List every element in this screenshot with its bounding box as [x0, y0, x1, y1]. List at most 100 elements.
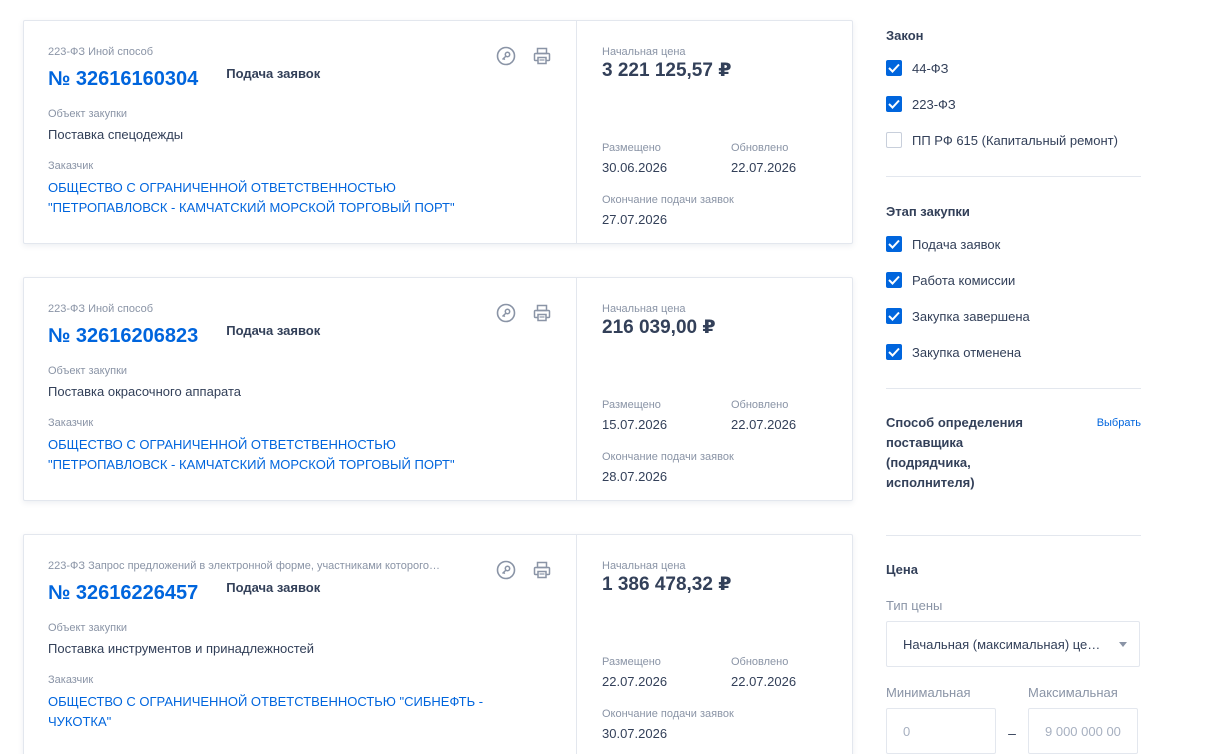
checkbox-label: ПП РФ 615 (Капитальный ремонт): [912, 132, 1118, 148]
posted-label: Размещено: [602, 399, 661, 411]
checkbox-label: Закупка завершена: [912, 308, 1030, 324]
stage-option-completed[interactable]: Закупка завершена: [886, 298, 1141, 334]
price-value: 216 039,00 ₽: [602, 317, 716, 338]
card-main: 223-ФЗ Иной способ № 32616160304 Подача …: [24, 21, 577, 243]
updated-label: Обновлено: [731, 142, 789, 154]
status-badge: Подача заявок: [226, 66, 321, 81]
updated-date: 22.07.2026: [731, 674, 797, 689]
law-filter-title: Закон: [886, 28, 924, 43]
price-type-select[interactable]: Начальная (максимальная) цена контракта: [886, 621, 1140, 667]
min-price-label: Минимальная: [886, 685, 971, 700]
posted-date: 15.07.2026: [602, 417, 668, 432]
card-price-panel: Начальная цена 3 221 125,57 ₽ Размещено …: [577, 21, 852, 243]
object-value: Поставка спецодежды: [48, 127, 184, 142]
checkbox-unchecked[interactable]: [886, 132, 902, 148]
check-icon: [888, 275, 900, 285]
print-icon[interactable]: [532, 46, 552, 66]
law-and-method: 223-ФЗ Запрос предложений в электронной …: [48, 560, 440, 572]
stage-option-applications[interactable]: Подача заявок: [886, 226, 1141, 262]
updated-date: 22.07.2026: [731, 160, 797, 175]
checkbox-label: Подача заявок: [912, 236, 1001, 252]
purchase-card: 223-ФЗ Иной способ № 32616160304 Подача …: [23, 20, 853, 244]
filters-panel: Закон 44-ФЗ 223-ФЗ ПП РФ 615 (Капитальны…: [886, 20, 1141, 754]
price-type-value: Начальная (максимальная) цена контракта: [903, 636, 1103, 652]
price-range: Минимальная – Максимальная: [886, 685, 1141, 754]
chevron-down-icon: [1119, 642, 1127, 647]
deadline-date: 27.07.2026: [602, 212, 668, 227]
print-icon[interactable]: [532, 560, 552, 580]
object-value: Поставка окрасочного аппарата: [48, 384, 242, 399]
customer-link[interactable]: ОБЩЕСТВО С ОГРАНИЧЕННОЙ ОТВЕТСТВЕННОСТЬЮ…: [48, 435, 518, 475]
check-icon: [888, 311, 900, 321]
law-option-44fz[interactable]: 44-ФЗ: [886, 50, 1141, 86]
deadline-label: Окончание подачи заявок: [602, 451, 734, 463]
range-dash: –: [1008, 725, 1016, 741]
registry-number-link[interactable]: № 32616206823: [48, 321, 198, 351]
max-price-input[interactable]: [1028, 708, 1138, 754]
customer-label: Заказчик: [48, 674, 94, 686]
checkbox-checked[interactable]: [886, 236, 902, 252]
check-icon: [888, 63, 900, 73]
min-price-input[interactable]: [886, 708, 996, 754]
checkbox-label: Закупка отменена: [912, 344, 1022, 360]
updated-label: Обновлено: [731, 399, 789, 411]
checkbox-checked[interactable]: [886, 344, 902, 360]
customer-link[interactable]: ОБЩЕСТВО С ОГРАНИЧЕННОЙ ОТВЕТСТВЕННОСТЬЮ…: [48, 178, 518, 218]
price-label: Начальная цена: [602, 46, 686, 58]
check-icon: [888, 99, 900, 109]
law-option-223fz[interactable]: 223-ФЗ: [886, 86, 1141, 122]
stage-filter-title: Этап закупки: [886, 204, 970, 219]
status-badge: Подача заявок: [226, 323, 321, 338]
checkbox-checked[interactable]: [886, 60, 902, 76]
object-label: Объект закупки: [48, 365, 128, 377]
registry-number-link[interactable]: № 32616160304: [48, 64, 198, 94]
customer-label: Заказчик: [48, 417, 94, 429]
check-icon: [888, 239, 900, 249]
updated-date: 22.07.2026: [731, 417, 797, 432]
deadline-label: Окончание подачи заявок: [602, 708, 734, 720]
key-icon[interactable]: [496, 303, 516, 323]
stage-option-cancelled[interactable]: Закупка отменена: [886, 334, 1141, 370]
deadline-date: 28.07.2026: [602, 469, 668, 484]
law-and-method: 223-ФЗ Иной способ: [48, 303, 153, 315]
posted-label: Размещено: [602, 142, 661, 154]
key-icon[interactable]: [496, 46, 516, 66]
key-icon[interactable]: [496, 560, 516, 580]
deadline-label: Окончание подачи заявок: [602, 194, 734, 206]
object-label: Объект закупки: [48, 108, 128, 120]
print-icon[interactable]: [532, 303, 552, 323]
choose-method-link[interactable]: Выбрать: [1097, 416, 1141, 493]
price-label: Начальная цена: [602, 303, 686, 315]
price-label: Начальная цена: [602, 560, 686, 572]
customer-link[interactable]: ОБЩЕСТВО С ОГРАНИЧЕННОЙ ОТВЕТСТВЕННОСТЬЮ…: [48, 692, 518, 732]
object-value: Поставка инструментов и принадлежностей: [48, 641, 315, 656]
checkbox-checked[interactable]: [886, 272, 902, 288]
price-filter-title: Цена: [886, 562, 918, 577]
card-main: 223-ФЗ Иной способ № 32616206823 Подача …: [24, 278, 577, 500]
purchase-card: 223-ФЗ Иной способ № 32616206823 Подача …: [23, 277, 853, 501]
stage-option-commission[interactable]: Работа комиссии: [886, 262, 1141, 298]
deadline-date: 30.07.2026: [602, 726, 668, 741]
card-price-panel: Начальная цена 1 386 478,32 ₽ Размещено …: [577, 535, 852, 754]
checkbox-checked[interactable]: [886, 308, 902, 324]
checkbox-label: 44-ФЗ: [912, 60, 949, 76]
customer-label: Заказчик: [48, 160, 94, 172]
law-and-method: 223-ФЗ Иной способ: [48, 46, 153, 58]
check-icon: [888, 347, 900, 357]
posted-date: 30.06.2026: [602, 160, 668, 175]
method-filter-title: Способ определения поставщика (подрядчик…: [886, 415, 1024, 490]
status-badge: Подача заявок: [226, 580, 321, 595]
posted-label: Размещено: [602, 656, 661, 668]
updated-label: Обновлено: [731, 656, 789, 668]
checkbox-label: 223-ФЗ: [912, 96, 956, 112]
card-main: 223-ФЗ Запрос предложений в электронной …: [24, 535, 577, 754]
object-label: Объект закупки: [48, 622, 128, 634]
law-option-pp615[interactable]: ПП РФ 615 (Капитальный ремонт): [886, 122, 1141, 158]
price-type-label: Тип цены: [886, 598, 943, 613]
registry-number-link[interactable]: № 32616226457: [48, 578, 198, 608]
checkbox-checked[interactable]: [886, 96, 902, 112]
checkbox-label: Работа комиссии: [912, 272, 1016, 288]
purchase-card: 223-ФЗ Запрос предложений в электронной …: [23, 534, 853, 754]
price-value: 3 221 125,57 ₽: [602, 60, 732, 81]
max-price-label: Максимальная: [1028, 685, 1118, 700]
